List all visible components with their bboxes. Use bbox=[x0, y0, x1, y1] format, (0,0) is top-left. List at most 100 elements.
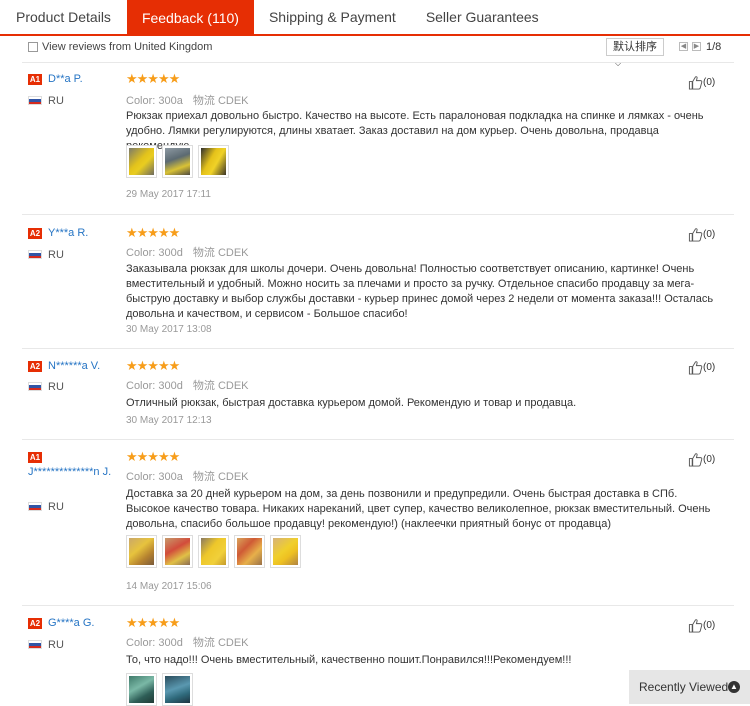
color-value: 300d bbox=[158, 637, 183, 649]
order-info: Color: 300a 物流 CDEK bbox=[126, 468, 249, 484]
color-value: 300d bbox=[158, 247, 183, 259]
review-photo[interactable] bbox=[234, 535, 265, 568]
star-rating: ★★★★★ bbox=[126, 615, 180, 630]
review-date: 29 May 2017 17:11 bbox=[126, 189, 211, 200]
color-value: 300a bbox=[158, 471, 183, 483]
helpful-button[interactable]: (0) bbox=[688, 360, 728, 375]
recently-viewed-button[interactable]: Recently Viewed ▲ bbox=[629, 670, 750, 704]
review-item: A2 N******a V. RU ★★★★★ Color: 300d 物流 CD… bbox=[22, 348, 734, 439]
buyer-level-badge: A2 bbox=[28, 361, 42, 372]
logistics-value: CDEK bbox=[217, 380, 249, 392]
uk-reviews-checkbox[interactable] bbox=[28, 42, 38, 52]
reviewer-name[interactable]: N******a V. bbox=[48, 360, 100, 372]
helpful-count: (0) bbox=[703, 362, 716, 373]
review-photo[interactable] bbox=[198, 145, 229, 178]
page-indicator: 1/8 bbox=[706, 41, 722, 53]
buyer-level-badge: A2 bbox=[28, 228, 42, 239]
order-info: Color: 300a 物流 CDEK bbox=[126, 92, 249, 108]
ru-flag-icon bbox=[28, 502, 42, 511]
prev-page-icon[interactable]: ◀ bbox=[679, 42, 688, 51]
helpful-button[interactable]: (0) bbox=[688, 618, 728, 633]
color-label: Color: bbox=[126, 380, 156, 392]
chevron-up-icon: ▲ bbox=[728, 681, 740, 693]
color-label: Color: bbox=[126, 637, 156, 649]
review-photo[interactable] bbox=[162, 145, 193, 178]
tab-shipping-payment[interactable]: Shipping & Payment bbox=[254, 0, 411, 34]
reviewer-country: RU bbox=[48, 95, 64, 107]
sort-dropdown[interactable]: 默认排序⌵ bbox=[606, 38, 664, 68]
review-photo[interactable] bbox=[198, 535, 229, 568]
reviewer-name[interactable]: G****a G. bbox=[48, 617, 94, 629]
color-value: 300d bbox=[158, 380, 183, 392]
review-photo[interactable] bbox=[270, 535, 301, 568]
thumbs-up-icon bbox=[688, 619, 703, 633]
recently-viewed-label: Recently Viewed bbox=[639, 680, 729, 694]
buyer-level-badge: A2 bbox=[28, 618, 42, 629]
sort-label: 默认排序 bbox=[613, 41, 657, 53]
reviewer-country: RU bbox=[48, 501, 64, 513]
review-item: A1 D**a P. RU ★★★★★ Color: 300a 物流 CDEK Р… bbox=[22, 62, 734, 214]
ru-flag-icon bbox=[28, 96, 42, 105]
tab-seller-guarantees[interactable]: Seller Guarantees bbox=[411, 0, 554, 34]
review-text: Доставка за 20 дней курьером на дом, за … bbox=[126, 488, 711, 530]
reviewer-name[interactable]: Y***a R. bbox=[48, 227, 88, 239]
reviewer-name[interactable]: J**************n J. bbox=[28, 466, 118, 478]
review-date: 30 May 2017 12:13 bbox=[126, 415, 212, 426]
star-rating: ★★★★★ bbox=[126, 225, 180, 240]
ru-flag-icon bbox=[28, 250, 42, 259]
review-photo[interactable] bbox=[162, 535, 193, 568]
color-value: 300a bbox=[158, 95, 183, 107]
review-photos bbox=[126, 673, 193, 706]
review-photo[interactable] bbox=[126, 673, 157, 706]
helpful-count: (0) bbox=[703, 229, 716, 240]
color-label: Color: bbox=[126, 247, 156, 259]
helpful-count: (0) bbox=[703, 77, 716, 88]
review-photo[interactable] bbox=[126, 535, 157, 568]
helpful-count: (0) bbox=[703, 454, 716, 465]
thumbs-up-icon bbox=[688, 361, 703, 375]
order-info: Color: 300d 物流 CDEK bbox=[126, 377, 249, 393]
helpful-count: (0) bbox=[703, 620, 716, 631]
tab-feedback[interactable]: Feedback (110) bbox=[126, 0, 254, 36]
reviewer-country: RU bbox=[48, 639, 64, 651]
review-item: A2 Y***a R. RU ★★★★★ Color: 300d 物流 CDEK … bbox=[22, 214, 734, 348]
logistics-value: CDEK bbox=[217, 637, 249, 649]
review-photos bbox=[126, 145, 229, 178]
feedback-filter-bar: View reviews from United Kingdom 默认排序⌵ ◀… bbox=[22, 36, 734, 68]
review-photo[interactable] bbox=[162, 673, 193, 706]
review-photo[interactable] bbox=[126, 145, 157, 178]
logistics-label: 物流 bbox=[192, 247, 215, 259]
helpful-button[interactable]: (0) bbox=[688, 452, 728, 467]
review-date: 14 May 2017 15:06 bbox=[126, 581, 212, 592]
star-rating: ★★★★★ bbox=[126, 71, 180, 86]
review-text: То, что надо!!! Очень вместительный, кач… bbox=[126, 654, 572, 666]
reviewer-country: RU bbox=[48, 249, 64, 261]
buyer-level-badge: A1 bbox=[28, 452, 42, 463]
thumbs-up-icon bbox=[688, 76, 703, 90]
next-page-icon[interactable]: ▶ bbox=[692, 42, 701, 51]
reviewer-country: RU bbox=[48, 381, 64, 393]
star-rating: ★★★★★ bbox=[126, 358, 180, 373]
color-label: Color: bbox=[126, 95, 156, 107]
logistics-label: 物流 bbox=[192, 95, 215, 107]
logistics-label: 物流 bbox=[192, 471, 215, 483]
uk-reviews-label[interactable]: View reviews from United Kingdom bbox=[42, 41, 212, 53]
review-text: Отличный рюкзак, быстрая доставка курьер… bbox=[126, 397, 577, 409]
review-date: 30 May 2017 13:08 bbox=[126, 324, 212, 335]
logistics-value: CDEK bbox=[217, 247, 249, 259]
ru-flag-icon bbox=[28, 382, 42, 391]
thumbs-up-icon bbox=[688, 228, 703, 242]
review-item: A1 J**************n J. RU ★★★★★ Color: 3… bbox=[22, 439, 734, 605]
logistics-value: CDEK bbox=[217, 95, 249, 107]
review-item: A2 G****a G. RU ★★★★★ Color: 300d 物流 CDEK… bbox=[22, 605, 734, 706]
logistics-label: 物流 bbox=[192, 380, 215, 392]
helpful-button[interactable]: (0) bbox=[688, 75, 728, 90]
order-info: Color: 300d 物流 CDEK bbox=[126, 244, 249, 260]
reviewer-name[interactable]: D**a P. bbox=[48, 73, 83, 85]
helpful-button[interactable]: (0) bbox=[688, 227, 728, 242]
review-photos bbox=[126, 535, 301, 568]
star-rating: ★★★★★ bbox=[126, 449, 180, 464]
tab-product-details[interactable]: Product Details bbox=[0, 0, 127, 34]
logistics-value: CDEK bbox=[217, 471, 249, 483]
tab-bar: Product Details Feedback (110) Shipping … bbox=[0, 0, 750, 36]
